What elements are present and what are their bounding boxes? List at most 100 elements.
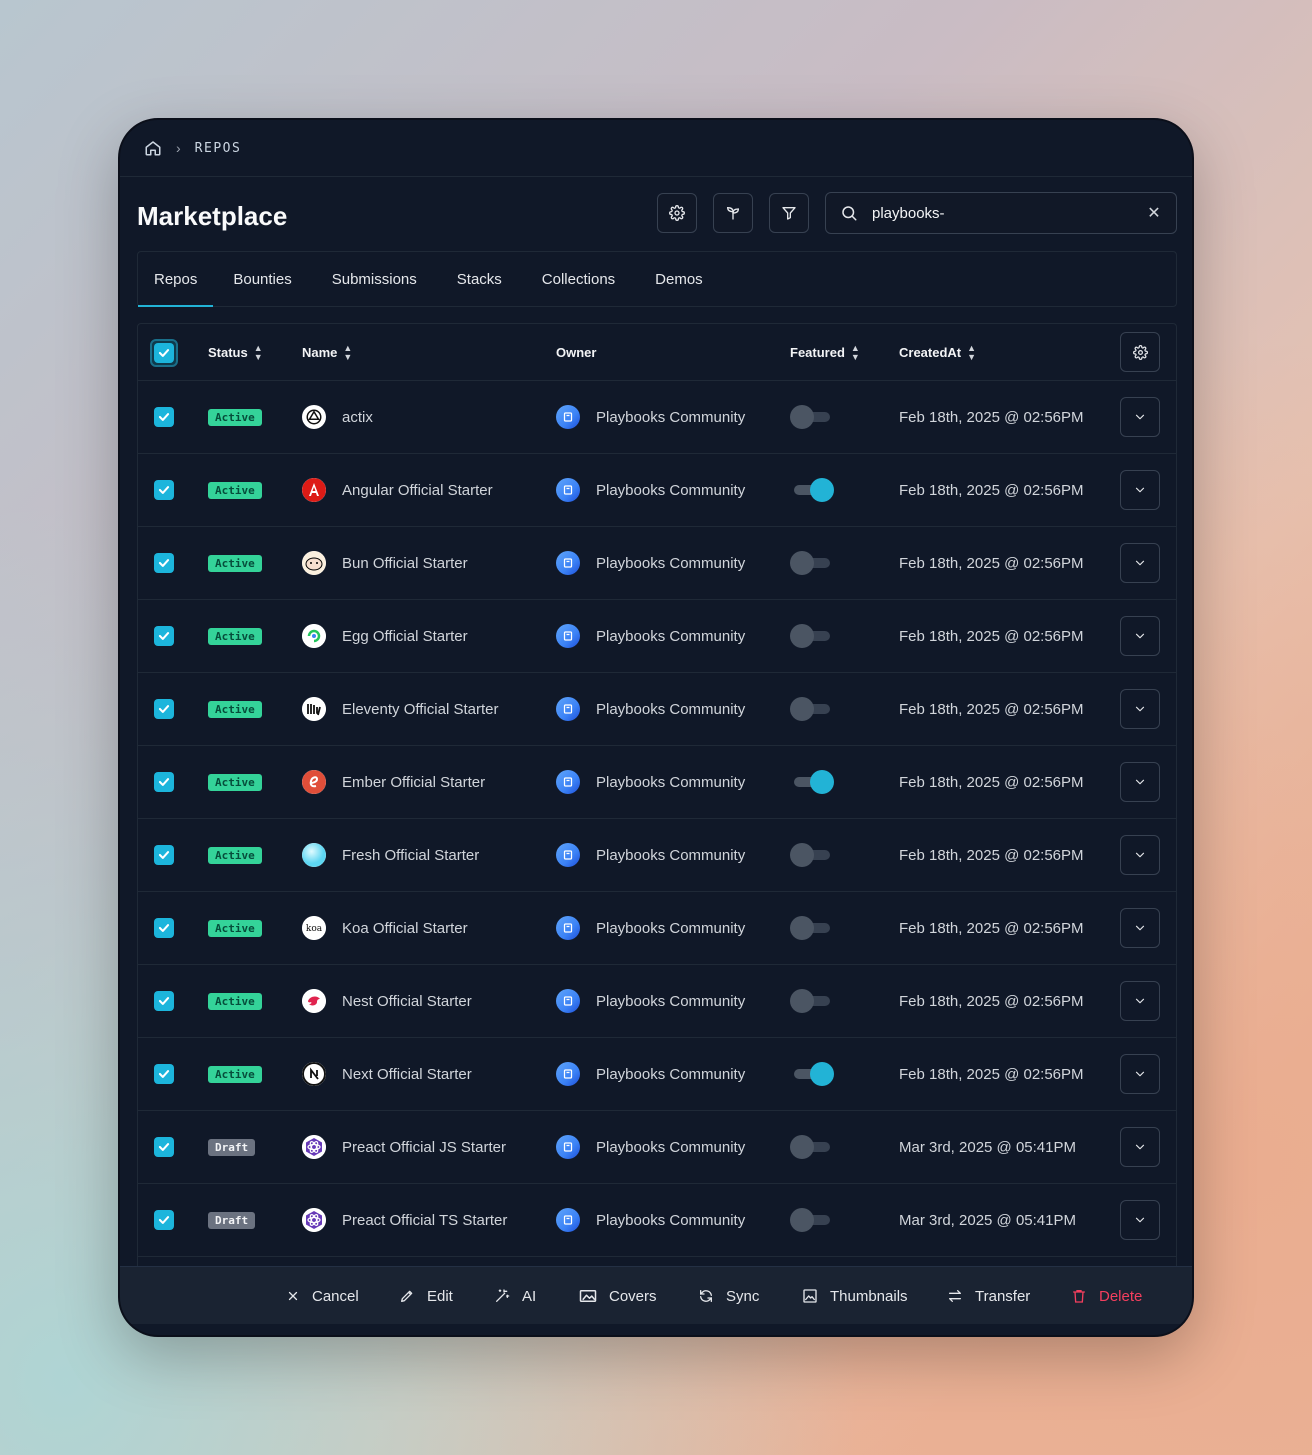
owner-name[interactable]: Playbooks Community xyxy=(596,628,745,645)
repo-name[interactable]: Bun Official Starter xyxy=(342,555,468,572)
owner-cell[interactable]: Playbooks Community xyxy=(556,965,745,1037)
tab-bounties[interactable]: Bounties xyxy=(213,252,311,306)
name-cell[interactable]: Nest Official Starter xyxy=(302,965,472,1037)
search-input[interactable] xyxy=(872,204,1146,222)
filter-button[interactable] xyxy=(769,193,809,233)
owner-cell[interactable]: Playbooks Community xyxy=(556,454,745,526)
row-expand-button[interactable] xyxy=(1120,819,1160,891)
name-cell[interactable]: actix xyxy=(302,381,373,453)
close-icon[interactable]: ✕ xyxy=(1146,203,1162,223)
ai-button[interactable]: AI xyxy=(494,1267,536,1325)
tab-demos[interactable]: Demos xyxy=(635,252,723,306)
breadcrumb-current[interactable]: REPOS xyxy=(195,141,242,156)
row-checkbox[interactable] xyxy=(154,527,174,599)
featured-toggle[interactable] xyxy=(790,405,834,429)
featured-toggle[interactable] xyxy=(790,1062,834,1086)
column-name[interactable]: Name ▲ ▼ xyxy=(302,324,352,381)
home-icon[interactable] xyxy=(144,139,162,157)
table-row[interactable]: Active Ember Official Starter Playbooks Co… xyxy=(138,746,1176,819)
table-row[interactable]: Active Next Official Starter Playbooks Com… xyxy=(138,1038,1176,1111)
featured-toggle[interactable] xyxy=(790,697,834,721)
row-expand-button[interactable] xyxy=(1120,527,1160,599)
owner-name[interactable]: Playbooks Community xyxy=(596,482,745,499)
table-row[interactable]: Active Eleventy Official Starter Playbooks… xyxy=(138,673,1176,746)
table-row[interactable]: Active Nest Official Starter Playbooks Com… xyxy=(138,965,1176,1038)
table-row[interactable]: Active Angular Official Starter Playbooks … xyxy=(138,454,1176,527)
featured-toggle[interactable] xyxy=(790,551,834,575)
name-cell[interactable]: Eleventy Official Starter xyxy=(302,673,498,745)
row-expand-button[interactable] xyxy=(1120,673,1160,745)
repo-name[interactable]: Fresh Official Starter xyxy=(342,847,479,864)
owner-cell[interactable]: Playbooks Community xyxy=(556,381,745,453)
row-checkbox[interactable] xyxy=(154,381,174,453)
sprout-button[interactable] xyxy=(713,193,753,233)
transfer-button[interactable]: Transfer xyxy=(947,1267,1030,1325)
column-settings-button[interactable] xyxy=(1120,332,1160,372)
sync-button[interactable]: Sync xyxy=(698,1267,759,1325)
row-expand-button[interactable] xyxy=(1120,892,1160,964)
owner-cell[interactable]: Playbooks Community xyxy=(556,1111,745,1183)
repo-name[interactable]: Angular Official Starter xyxy=(342,482,493,499)
settings-button[interactable] xyxy=(657,193,697,233)
tab-stacks[interactable]: Stacks xyxy=(437,252,522,306)
row-checkbox[interactable] xyxy=(154,454,174,526)
repo-name[interactable]: Ember Official Starter xyxy=(342,774,485,791)
owner-cell[interactable]: Playbooks Community xyxy=(556,1184,745,1256)
owner-cell[interactable]: Playbooks Community xyxy=(556,746,745,818)
owner-name[interactable]: Playbooks Community xyxy=(596,847,745,864)
delete-button[interactable]: Delete xyxy=(1071,1267,1142,1325)
owner-name[interactable]: Playbooks Community xyxy=(596,409,745,426)
name-cell[interactable]: Preact Official JS Starter xyxy=(302,1111,506,1183)
featured-toggle[interactable] xyxy=(790,843,834,867)
row-expand-button[interactable] xyxy=(1120,1184,1160,1256)
row-checkbox[interactable] xyxy=(154,819,174,891)
repo-name[interactable]: Koa Official Starter xyxy=(342,920,468,937)
featured-toggle[interactable] xyxy=(790,770,834,794)
tab-submissions[interactable]: Submissions xyxy=(312,252,437,306)
name-cell[interactable]: Ember Official Starter xyxy=(302,746,485,818)
table-row[interactable]: Active Bun Official Starter Playbooks Comm… xyxy=(138,527,1176,600)
owner-name[interactable]: Playbooks Community xyxy=(596,993,745,1010)
table-row[interactable]: Draft Preact Official TS Starter Playbooks… xyxy=(138,1184,1176,1257)
table-row[interactable]: Active Fresh Official Starter Playbooks Co… xyxy=(138,819,1176,892)
owner-cell[interactable]: Playbooks Community xyxy=(556,527,745,599)
row-expand-button[interactable] xyxy=(1120,1111,1160,1183)
name-cell[interactable]: Fresh Official Starter xyxy=(302,819,479,891)
owner-name[interactable]: Playbooks Community xyxy=(596,701,745,718)
row-expand-button[interactable] xyxy=(1120,600,1160,672)
name-cell[interactable]: Next Official Starter xyxy=(302,1038,472,1110)
repo-name[interactable]: actix xyxy=(342,409,373,426)
select-all-checkbox[interactable] xyxy=(150,324,178,381)
featured-toggle[interactable] xyxy=(790,989,834,1013)
column-status[interactable]: Status ▲ ▼ xyxy=(208,324,263,381)
repo-name[interactable]: Next Official Starter xyxy=(342,1066,472,1083)
row-checkbox[interactable] xyxy=(154,673,174,745)
owner-name[interactable]: Playbooks Community xyxy=(596,555,745,572)
row-expand-button[interactable] xyxy=(1120,965,1160,1037)
owner-name[interactable]: Playbooks Community xyxy=(596,1066,745,1083)
name-cell[interactable]: Preact Official TS Starter xyxy=(302,1184,507,1256)
featured-toggle[interactable] xyxy=(790,1208,834,1232)
featured-toggle[interactable] xyxy=(790,916,834,940)
edit-button[interactable]: Edit xyxy=(399,1267,453,1325)
repo-name[interactable]: Nest Official Starter xyxy=(342,993,472,1010)
search-box[interactable]: ✕ xyxy=(825,192,1177,234)
repo-name[interactable]: Preact Official TS Starter xyxy=(342,1212,507,1229)
covers-button[interactable]: Covers xyxy=(579,1267,657,1325)
owner-cell[interactable]: Playbooks Community xyxy=(556,600,745,672)
owner-cell[interactable]: Playbooks Community xyxy=(556,819,745,891)
table-row[interactable]: Active actix Playbooks Community Feb 18th, … xyxy=(138,381,1176,454)
row-checkbox[interactable] xyxy=(154,892,174,964)
tab-repos[interactable]: Repos xyxy=(138,252,214,307)
table-row[interactable]: Active Egg Official Starter Playbooks Comm… xyxy=(138,600,1176,673)
thumbnails-button[interactable]: Thumbnails xyxy=(802,1267,908,1325)
name-cell[interactable]: Bun Official Starter xyxy=(302,527,468,599)
row-checkbox[interactable] xyxy=(154,1111,174,1183)
owner-name[interactable]: Playbooks Community xyxy=(596,1139,745,1156)
name-cell[interactable]: koa Koa Official Starter xyxy=(302,892,468,964)
featured-toggle[interactable] xyxy=(790,624,834,648)
table-row[interactable]: Draft Preact Official JS Starter Playbooks… xyxy=(138,1111,1176,1184)
row-checkbox[interactable] xyxy=(154,600,174,672)
featured-toggle[interactable] xyxy=(790,478,834,502)
owner-name[interactable]: Playbooks Community xyxy=(596,774,745,791)
